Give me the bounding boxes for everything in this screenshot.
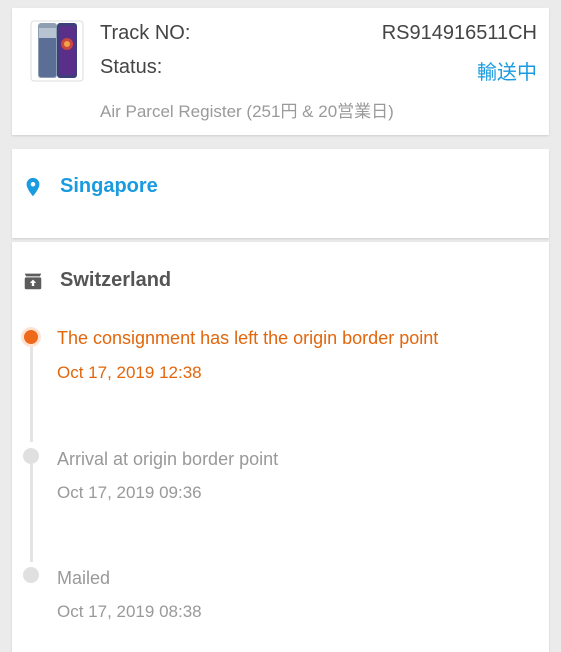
location-pin-icon	[26, 177, 40, 197]
track-number-label: Track NO:	[100, 22, 191, 44]
timeline-connector	[30, 464, 33, 562]
origin-card: Switzerland The consignment has left the…	[12, 242, 549, 652]
event-date: Oct 17, 2019 12:38	[57, 363, 202, 382]
event-date: Oct 17, 2019 08:38	[57, 602, 202, 621]
destination-country: Singapore	[60, 175, 158, 197]
track-number-value: RS914916511CH	[381, 22, 537, 44]
event-description: The consignment has left the origin bord…	[57, 328, 439, 348]
event-description: Arrival at origin border point	[57, 449, 279, 469]
archive-box-icon	[24, 273, 42, 290]
timeline-connector	[30, 342, 33, 442]
status-value: 輸送中	[477, 62, 537, 84]
tracking-summary-card[interactable]: Track NO: RS914916511CH Status: 輸送中 Air …	[12, 8, 549, 135]
timeline-dot	[23, 448, 39, 464]
timeline-dot-active	[24, 330, 38, 344]
status-label: Status:	[100, 56, 163, 78]
event-description: Mailed	[57, 568, 111, 588]
service-description: Air Parcel Register (251円 & 20営業日)	[100, 102, 394, 121]
destination-card: Singapore	[12, 149, 549, 238]
origin-country: Switzerland	[60, 269, 172, 291]
event-date: Oct 17, 2019 09:36	[57, 483, 202, 502]
phone-thumbnail-icon	[30, 20, 84, 82]
timeline-dot	[23, 567, 39, 583]
